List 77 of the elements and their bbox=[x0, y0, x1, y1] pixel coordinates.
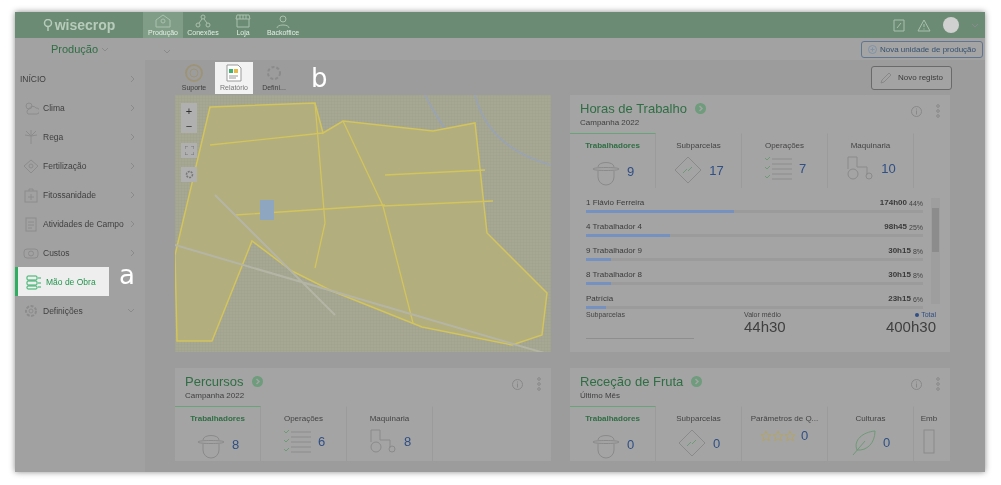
sidebar-item[interactable]: Atividades de Campo bbox=[15, 209, 145, 238]
plot-icon bbox=[676, 428, 707, 458]
sidebar-item[interactable]: Clima bbox=[15, 93, 145, 122]
widget-tab[interactable]: Culturas 0 bbox=[828, 406, 914, 461]
pencil-icon bbox=[880, 71, 893, 84]
warning-icon[interactable] bbox=[917, 18, 931, 32]
sidebar-item[interactable]: INÍCIO bbox=[15, 64, 145, 93]
worker-name: 9 Trabalhador 9 bbox=[586, 246, 644, 255]
hours-value: 98h45 bbox=[884, 222, 907, 231]
widget-tab[interactable]: Parâmetros de Q... 0 bbox=[742, 406, 828, 461]
hours-value: 30h15 bbox=[888, 246, 911, 255]
widget-tab[interactable]: Trabalhadores 9 bbox=[570, 133, 656, 188]
worker-name: Patrícia bbox=[586, 294, 615, 303]
widget-tab[interactable]: Operações 7 bbox=[742, 133, 828, 188]
farmer-icon bbox=[155, 14, 171, 28]
arrow-circle-icon[interactable] bbox=[251, 376, 263, 387]
widget-tab[interactable]: Maquinaria 10 bbox=[828, 133, 914, 188]
new-unit-button[interactable]: Nova unidade de produção bbox=[860, 40, 983, 58]
average-value: 44h30 bbox=[744, 318, 786, 335]
fullscreen-button[interactable] bbox=[181, 143, 197, 158]
map-settings-button[interactable] bbox=[181, 167, 197, 182]
person-icon bbox=[275, 14, 291, 28]
avatar[interactable] bbox=[943, 17, 959, 33]
leaf-icon bbox=[850, 428, 877, 456]
logo-text: wisecrop bbox=[54, 17, 116, 33]
chevron-down-icon bbox=[971, 22, 979, 28]
widget-tab[interactable]: Trabalhadores 0 bbox=[570, 406, 656, 461]
info-icon[interactable] bbox=[911, 105, 922, 117]
widget-tab[interactable]: Subparcelas 0 bbox=[656, 406, 742, 461]
checklist-icon bbox=[762, 155, 793, 181]
sidebar-item[interactable]: Mão de Obra bbox=[15, 267, 109, 296]
sidebar-item[interactable]: Definições bbox=[15, 296, 145, 325]
worker-name: 8 Trabalhador 8 bbox=[586, 270, 644, 279]
widget-subtitle: Campanha 2022 bbox=[185, 391, 246, 400]
sidebar-item[interactable]: Fertilização bbox=[15, 151, 145, 180]
widget-title: Receção de Fruta bbox=[580, 374, 684, 389]
annotation-letter: b bbox=[311, 65, 328, 91]
tractor-icon bbox=[367, 428, 398, 454]
widget-tab[interactable]: Maquinaria 8 bbox=[347, 406, 433, 461]
sidebar-item[interactable]: Fitossanidade bbox=[15, 180, 145, 209]
widget-tab[interactable]: Emb bbox=[914, 406, 944, 461]
worker-name: 1 Flávio Ferreira bbox=[586, 198, 646, 207]
plot-icon bbox=[673, 155, 704, 185]
widget-tab[interactable]: Operações 6 bbox=[261, 406, 347, 461]
scrollbar[interactable] bbox=[931, 198, 940, 304]
info-icon[interactable] bbox=[911, 378, 922, 390]
chevron-down-icon bbox=[163, 49, 171, 54]
shop-icon bbox=[235, 14, 251, 28]
legend-dot bbox=[915, 312, 920, 317]
sidebar-item[interactable]: Rega bbox=[15, 122, 145, 151]
stars-icon bbox=[760, 430, 795, 441]
info-icon[interactable] bbox=[512, 378, 523, 390]
note-edit-icon[interactable] bbox=[893, 18, 905, 32]
widget-tab[interactable]: Trabalhadores 8 bbox=[175, 406, 261, 461]
new-record-button[interactable]: Novo registo bbox=[871, 65, 952, 90]
tractor-icon bbox=[845, 155, 876, 181]
widget-subtitle: Último Mês bbox=[580, 391, 621, 400]
report-icon bbox=[226, 64, 242, 82]
widget-title: Percursos bbox=[185, 374, 244, 389]
total-value: 400h30 bbox=[885, 318, 936, 335]
production-unit-dropdown[interactable]: Produção bbox=[15, 42, 145, 56]
hours-value: 23h15 bbox=[888, 294, 911, 303]
workers-icon bbox=[26, 273, 42, 290]
hours-value: 174h00 bbox=[879, 198, 907, 207]
hours-value: 30h15 bbox=[888, 270, 911, 279]
arrow-circle-icon[interactable] bbox=[694, 103, 706, 114]
logo-icon bbox=[42, 19, 53, 31]
chevron-down-icon bbox=[101, 46, 110, 52]
network-icon bbox=[195, 14, 211, 28]
worker-name: 4 Trabalhador 4 bbox=[586, 222, 644, 231]
widget-subtitle: Campanha 2022 bbox=[580, 118, 641, 127]
lifebuoy-icon bbox=[185, 64, 203, 82]
checklist-icon bbox=[281, 428, 312, 454]
widget-tab[interactable]: Subparcelas 17 bbox=[656, 133, 742, 188]
widget-title: Horas de Trabalho bbox=[580, 101, 687, 116]
plus-circle-icon bbox=[867, 44, 877, 54]
arrow-circle-icon[interactable] bbox=[691, 376, 703, 387]
